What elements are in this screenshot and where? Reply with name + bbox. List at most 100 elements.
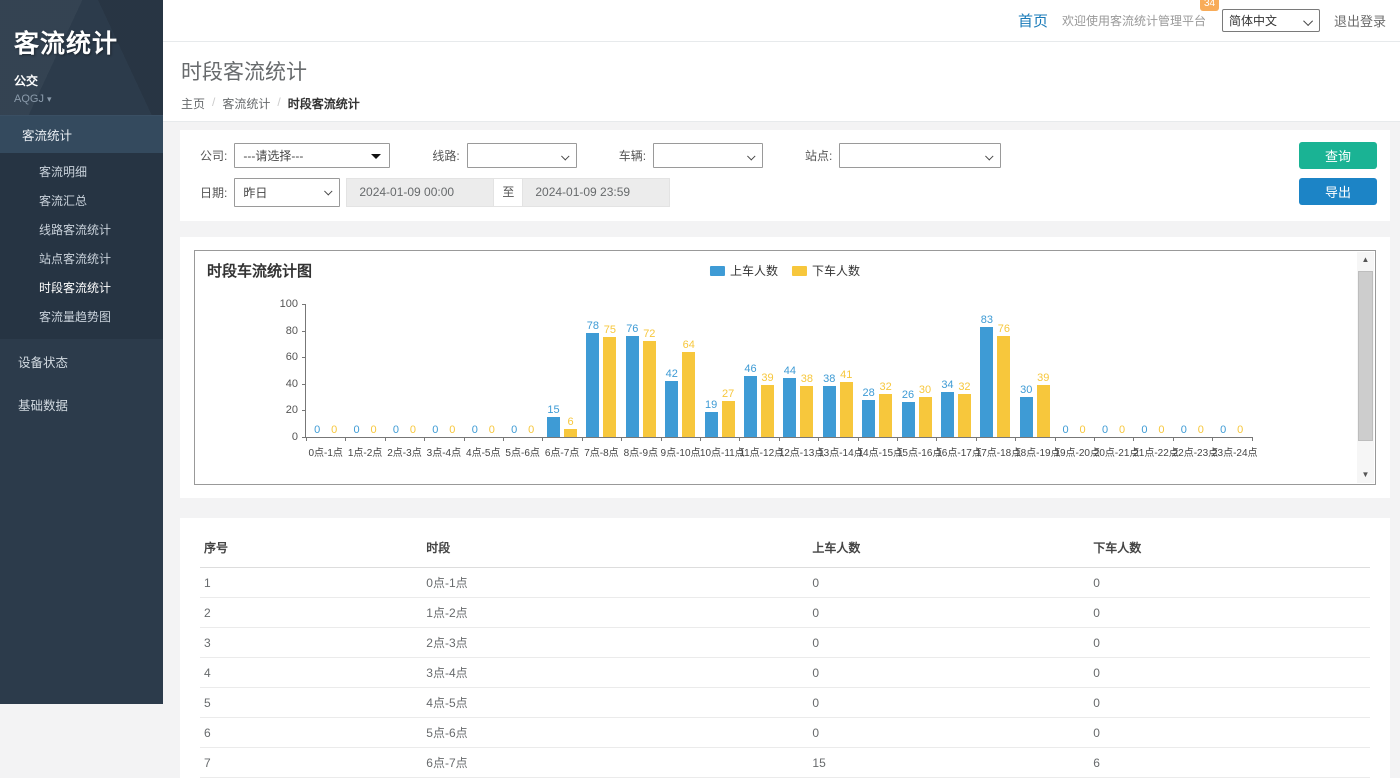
bar-wrap: 0 — [389, 424, 402, 437]
x-tick-label: 16点-17点 — [936, 444, 975, 459]
sidebar-item-passenger-stats[interactable]: 客流统计 — [0, 115, 163, 153]
bar-value-label: 30 — [1020, 384, 1032, 396]
bar-value-label: 0 — [1141, 424, 1147, 436]
sidebar: 客流统计 公交 AQGJ ▾ 客流统计 客流明细 客流汇总 线路客流统计 站点客… — [0, 0, 163, 704]
bar-value-label: 19 — [705, 399, 717, 411]
bar-wrap: 0 — [1234, 424, 1247, 437]
station-filter: 站点: — [805, 143, 1001, 168]
bar-group: 76 72 — [621, 304, 660, 437]
legend-item[interactable]: 上车人数 — [710, 262, 778, 279]
bar — [958, 394, 971, 437]
bar-value-label: 83 — [981, 314, 993, 326]
bar-wrap: 0 — [328, 424, 341, 437]
bar — [761, 385, 774, 437]
date-start-input[interactable]: 2024-01-09 00:00 — [346, 178, 494, 207]
company-select[interactable]: ---请选择--- — [234, 143, 390, 168]
bar — [783, 378, 796, 437]
bar-wrap: 19 — [705, 399, 718, 437]
table-cell: 0 — [808, 688, 1089, 718]
bar-wrap: 0 — [1155, 424, 1168, 437]
language-wrap: 34 简体中文 — [1222, 9, 1320, 32]
bar-group: 00 — [1173, 304, 1212, 437]
table-header-cell: 序号 — [200, 530, 422, 568]
sidebar-item-passenger-detail[interactable]: 客流明细 — [0, 157, 163, 186]
sidebar-item-passenger-summary[interactable]: 客流汇总 — [0, 186, 163, 215]
bar-wrap: 41 — [840, 369, 853, 437]
chart-scrollbar[interactable]: ▲ ▼ — [1357, 252, 1374, 483]
x-tick-mark — [700, 437, 701, 441]
home-link[interactable]: 首页 — [1018, 10, 1048, 31]
bar — [823, 386, 836, 437]
table-cell: 0 — [1089, 688, 1370, 718]
line-select[interactable] — [467, 143, 577, 168]
x-tick-mark — [1015, 437, 1016, 441]
table-cell: 1 — [200, 568, 422, 598]
bar — [547, 417, 560, 437]
x-tick-label: 2点-3点 — [385, 444, 424, 459]
caret-down-icon: ▾ — [47, 94, 52, 104]
bar-wrap: 83 — [980, 314, 993, 437]
bar-group: 3432 — [936, 304, 975, 437]
x-tick-mark — [976, 437, 977, 441]
bar — [643, 341, 656, 437]
topbar: 首页 欢迎使用客流统计管理平台 34 简体中文 退出登录 — [163, 0, 1400, 42]
language-select[interactable]: 简体中文 — [1222, 9, 1320, 32]
logout-link[interactable]: 退出登录 — [1334, 11, 1386, 30]
scroll-down-icon[interactable]: ▼ — [1357, 467, 1374, 483]
sidebar-item-period-stats[interactable]: 时段客流统计 — [0, 273, 163, 302]
bar-value-label: 34 — [941, 379, 953, 391]
app-logo: 客流统计 — [14, 24, 149, 60]
vehicle-select[interactable] — [653, 143, 763, 168]
sidebar-item-device-status[interactable]: 设备状态 — [0, 341, 163, 382]
x-tick-label: 9点-10点 — [661, 444, 700, 459]
bar-value-label: 0 — [1063, 424, 1069, 436]
sidebar-item-base-data[interactable]: 基础数据 — [0, 384, 163, 425]
y-tick-mark — [302, 384, 306, 385]
bar-wrap: 39 — [1037, 372, 1050, 437]
filter-panel: 公司: ---请选择--- 线路: 车辆: — [180, 130, 1390, 221]
table-cell: 2点-3点 — [422, 628, 808, 658]
query-button[interactable]: 查询 — [1299, 142, 1377, 169]
x-tick-label: 19点-20点 — [1054, 444, 1093, 459]
x-tick-mark — [936, 437, 937, 441]
legend-swatch-icon — [792, 266, 807, 276]
sidebar-item-station-stats[interactable]: 站点客流统计 — [0, 244, 163, 273]
bar-value-label: 78 — [587, 320, 599, 332]
date-end-input[interactable]: 2024-01-09 23:59 — [522, 178, 670, 207]
bar — [682, 352, 695, 437]
user-dropdown[interactable]: AQGJ ▾ — [14, 93, 149, 105]
bar-group: 00 — [503, 304, 542, 437]
bar-group: 00 — [1054, 304, 1093, 437]
table-cell: 3 — [200, 628, 422, 658]
x-tick-mark — [464, 437, 465, 441]
table-cell: 6 — [200, 718, 422, 748]
bar-value-label: 72 — [643, 328, 655, 340]
station-select[interactable] — [839, 143, 1001, 168]
date-preset-select[interactable]: 昨日 — [234, 178, 340, 207]
breadcrumb-passenger-stats[interactable]: 客流统计 — [222, 95, 270, 112]
sidebar-item-trend-chart[interactable]: 客流量趋势图 — [0, 302, 163, 331]
legend-item[interactable]: 下车人数 — [792, 262, 860, 279]
export-button[interactable]: 导出 — [1299, 178, 1377, 205]
x-tick-mark — [542, 437, 543, 441]
table-cell: 4点-5点 — [422, 688, 808, 718]
page-heading: 时段客流统计 主页 / 客流统计 / 时段客流统计 — [163, 42, 1400, 122]
x-tick-label: 12点-13点 — [779, 444, 818, 459]
chart-legend: 上车人数下车人数 — [710, 262, 860, 279]
sidebar-item-line-stats[interactable]: 线路客流统计 — [0, 215, 163, 244]
breadcrumb-home[interactable]: 主页 — [181, 95, 205, 112]
bar-wrap: 76 — [626, 323, 639, 437]
breadcrumb-current: 时段客流统计 — [288, 95, 360, 112]
bar — [603, 337, 616, 437]
table-panel: 序号时段上车人数下车人数 10点-1点0021点-2点0032点-3点0043点… — [180, 518, 1390, 778]
scroll-up-icon[interactable]: ▲ — [1357, 252, 1374, 268]
bar-value-label: 64 — [683, 339, 695, 351]
x-tick-mark — [1173, 437, 1174, 441]
chart-panel: 时段车流统计图 上车人数下车人数 00000000000015678757672… — [180, 237, 1390, 498]
bar-value-label: 0 — [1237, 424, 1243, 436]
bar-value-label: 41 — [840, 369, 852, 381]
bar-value-label: 42 — [666, 368, 678, 380]
x-tick-mark — [385, 437, 386, 441]
scrollbar-thumb[interactable] — [1358, 271, 1373, 441]
x-tick-mark — [1212, 437, 1213, 441]
